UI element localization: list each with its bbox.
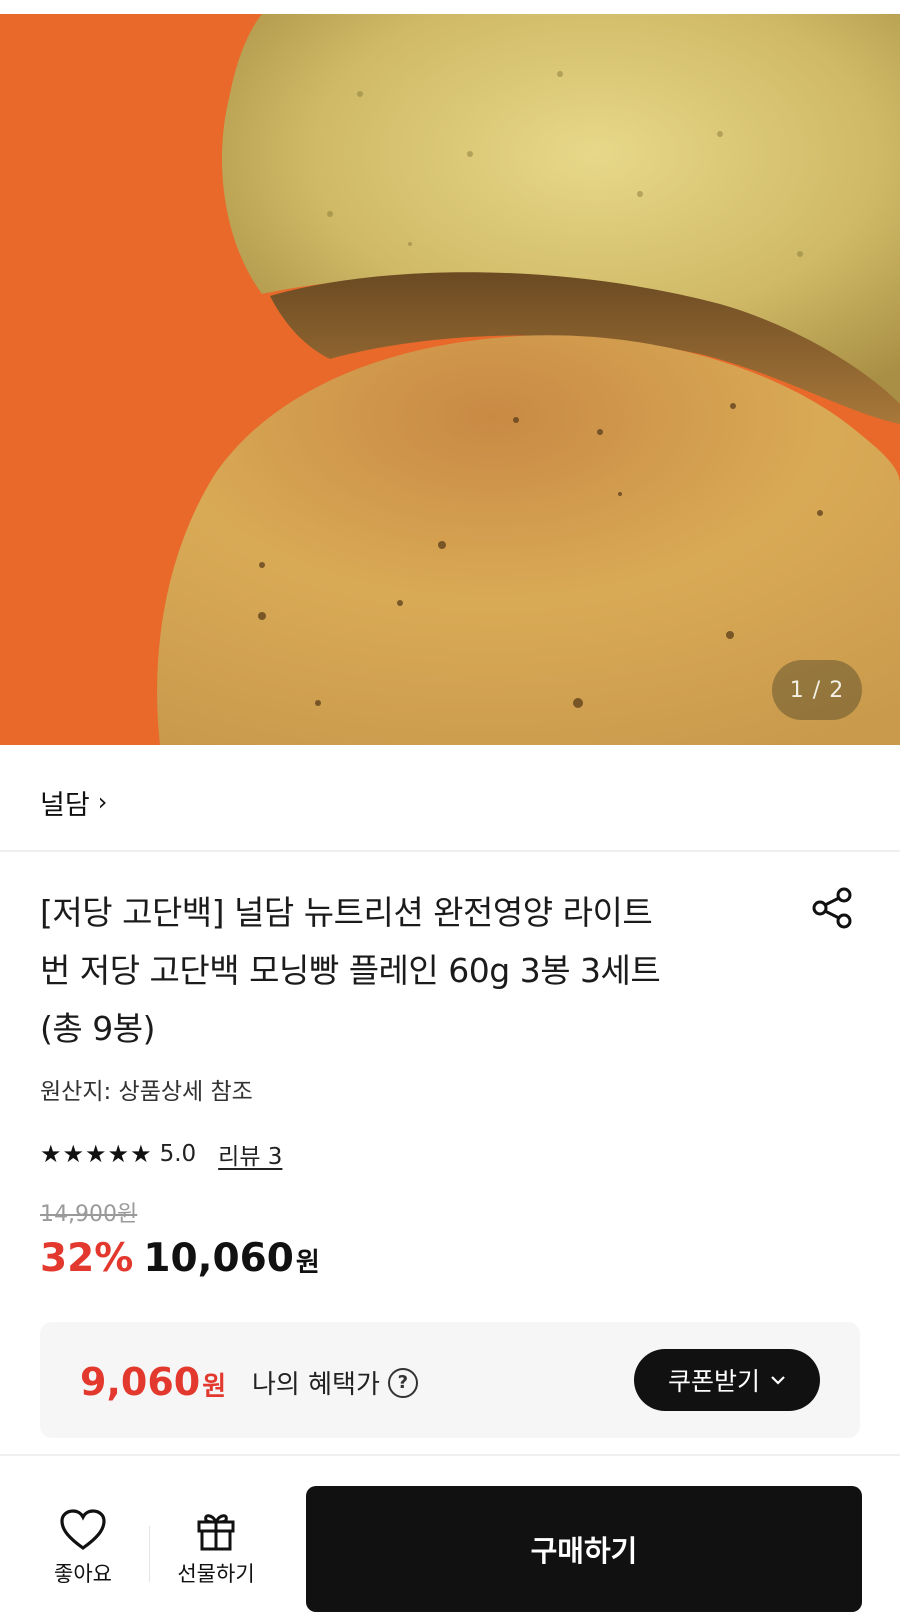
discount-rate: 32% (40, 1236, 134, 1281)
benefit-price-box: 9,060 원 나의 혜택가 ? 쿠폰받기 (40, 1322, 860, 1438)
rating-row: ★ ★ ★ ★ ★ 5.0 리뷰 3 (40, 1136, 282, 1172)
divider (0, 850, 900, 852)
star-icon: ★ (85, 1140, 107, 1168)
product-title-line: 번 저당 고단백 모닝빵 플레인 60g 3봉 3세트 (40, 951, 661, 990)
gift-icon (197, 1514, 235, 1551)
buy-button[interactable]: 구매하기 (306, 1486, 862, 1612)
rating-value: 5.0 (159, 1141, 197, 1167)
help-icon[interactable]: ? (387, 1367, 418, 1398)
product-title-line: [저당 고단백] 널담 뉴트리션 완전영양 라이트 (40, 893, 653, 932)
product-title-line: (총 9봉) (40, 1009, 155, 1048)
origin-info: 원산지: 상품상세 참조 (40, 1079, 253, 1105)
benefit-label: 나의 혜택가 ? (252, 1364, 418, 1401)
benefit-label-text: 나의 혜택가 (252, 1370, 380, 1400)
star-icon: ★ (130, 1140, 152, 1168)
review-link[interactable]: 리뷰 3 (218, 1137, 282, 1171)
bottom-action-bar: 좋아요 선물하기 구매하기 (0, 1456, 900, 1612)
gift-button[interactable]: 선물하기 (166, 1508, 266, 1588)
benefit-price: 9,060 원 (80, 1360, 226, 1404)
star-rating: ★ ★ ★ ★ ★ (40, 1142, 152, 1166)
share-button[interactable] (808, 884, 856, 932)
chevron-down-icon (771, 1376, 785, 1385)
chevron-right-icon: › (97, 788, 108, 816)
star-icon: ★ (62, 1140, 85, 1168)
separator (149, 1526, 150, 1582)
image-counter: 1 / 2 (772, 660, 862, 720)
original-price: 14,900원 (40, 1202, 138, 1227)
price-row: 32% 10,060 원 (40, 1236, 320, 1281)
sale-price: 10,060 (143, 1236, 294, 1281)
coupon-button[interactable]: 쿠폰받기 (634, 1349, 820, 1411)
product-image-gallery[interactable]: 1 / 2 (0, 14, 900, 745)
star-icon: ★ (107, 1140, 130, 1168)
bread-photo (0, 14, 900, 745)
like-label: 좋아요 (54, 1562, 112, 1586)
product-title: [저당 고단백] 널담 뉴트리션 완전영양 라이트 번 저당 고단백 모닝빵 플… (40, 884, 770, 1058)
star-icon: ★ (40, 1140, 62, 1168)
brand-link[interactable]: 널담 › (40, 780, 107, 824)
share-icon (812, 887, 852, 929)
heart-icon (60, 1509, 106, 1550)
brand-name: 널담 (40, 789, 90, 821)
price-unit: 원 (295, 1248, 320, 1278)
gift-label: 선물하기 (177, 1562, 255, 1586)
coupon-button-label: 쿠폰받기 (667, 1367, 760, 1396)
like-button[interactable]: 좋아요 (40, 1508, 126, 1588)
benefit-price-unit: 원 (202, 1372, 227, 1402)
benefit-price-value: 9,060 (80, 1360, 201, 1404)
